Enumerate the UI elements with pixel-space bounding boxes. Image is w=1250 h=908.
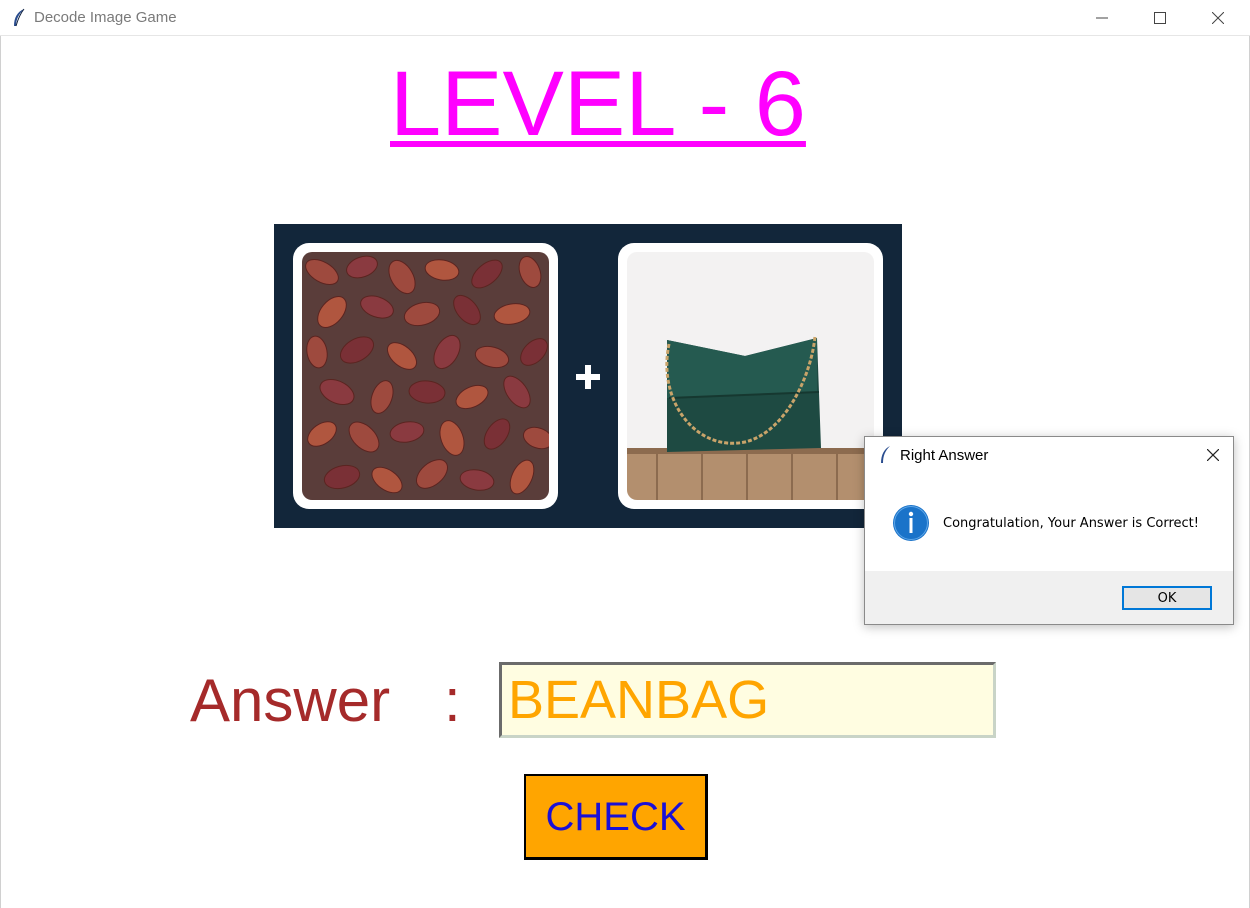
- minimize-icon: [1096, 17, 1108, 19]
- dialog-message: Congratulation, Your Answer is Correct!: [943, 516, 1199, 531]
- right-answer-dialog: Right Answer Congratulation, Your Answer…: [864, 436, 1234, 625]
- plus-icon: [574, 358, 602, 394]
- answer-colon: :: [444, 667, 461, 734]
- check-button[interactable]: CHECK: [524, 774, 708, 860]
- dialog-footer: OK: [865, 571, 1233, 624]
- beans-card: [293, 243, 558, 509]
- dialog-close-button[interactable]: [1199, 443, 1227, 467]
- puzzle-image: [274, 224, 902, 528]
- close-icon: [1207, 449, 1219, 461]
- answer-label: Answer: [190, 667, 391, 734]
- answer-input[interactable]: [499, 662, 996, 738]
- level-title: LEVEL - 6: [390, 53, 806, 155]
- minimize-button[interactable]: [1073, 0, 1131, 36]
- ok-button[interactable]: OK: [1122, 586, 1212, 610]
- kidney-beans-image: [302, 252, 549, 500]
- info-icon: [892, 504, 930, 542]
- window-title: Decode Image Game: [34, 9, 177, 26]
- dialog-title: Right Answer: [900, 447, 989, 464]
- feather-icon: [877, 445, 893, 465]
- feather-icon: [10, 8, 28, 28]
- close-icon: [1212, 12, 1224, 24]
- green-handbag-image: [627, 252, 874, 500]
- maximize-icon: [1154, 12, 1166, 24]
- handbag-card: [618, 243, 883, 509]
- maximize-button[interactable]: [1131, 0, 1189, 36]
- window-titlebar: Decode Image Game: [0, 0, 1250, 36]
- close-button[interactable]: [1189, 0, 1247, 36]
